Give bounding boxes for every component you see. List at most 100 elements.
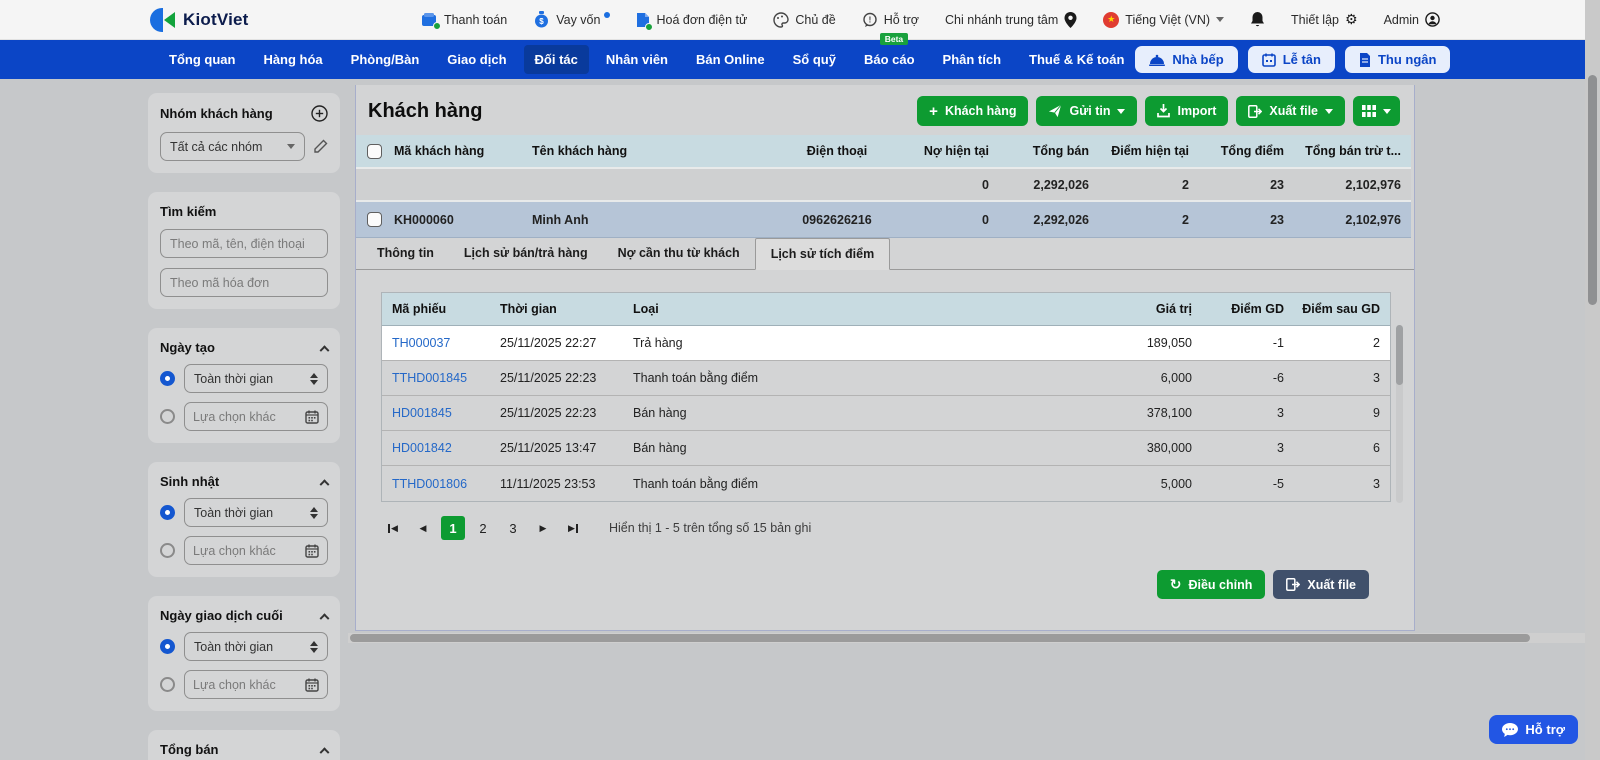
nav-item-phong-ban[interactable]: Phòng/Bàn bbox=[340, 45, 431, 74]
import-button[interactable]: Import bbox=[1145, 96, 1228, 126]
other-range-radio[interactable] bbox=[160, 543, 175, 558]
pagination-info: Hiển thị 1 - 5 trên tổng số 15 bản ghi bbox=[609, 521, 811, 535]
send-message-button[interactable]: Gửi tin bbox=[1036, 96, 1137, 126]
page-2-button[interactable]: 2 bbox=[471, 516, 495, 540]
row-checkbox[interactable] bbox=[367, 212, 382, 227]
search-invoice-input[interactable] bbox=[160, 268, 328, 297]
all-time-select[interactable]: Toàn thời gian bbox=[184, 498, 328, 527]
all-time-radio[interactable] bbox=[160, 505, 175, 520]
page-3-button[interactable]: 3 bbox=[501, 516, 525, 540]
history-row[interactable]: TTHD001806 11/11/2025 23:53 Thanh toán b… bbox=[382, 466, 1390, 501]
history-row[interactable]: HD001842 25/11/2025 13:47 Bán hàng 380,0… bbox=[382, 431, 1390, 466]
column-settings-button[interactable] bbox=[1353, 96, 1400, 126]
col-type[interactable]: Loại bbox=[633, 302, 1078, 316]
col-net-total[interactable]: Tổng bán trừ t... bbox=[1292, 144, 1411, 158]
cashier-button[interactable]: Thu ngân bbox=[1345, 46, 1451, 73]
customer-row-selected[interactable]: KH000060 Minh Anh 0962626216 0 2,292,026… bbox=[356, 202, 1411, 238]
other-range-input[interactable]: Lựa chọn khác bbox=[184, 670, 328, 699]
nav-item-nhan-vien[interactable]: Nhân viên bbox=[595, 45, 679, 74]
col-value[interactable]: Giá trị bbox=[1078, 302, 1198, 316]
col-total-sold[interactable]: Tổng bán bbox=[997, 144, 1097, 158]
first-page-button[interactable]: ◀ bbox=[381, 516, 405, 540]
language-selector[interactable]: ★ Tiếng Việt (VN) bbox=[1103, 12, 1224, 28]
nav-item-so-quy[interactable]: Sổ quỹ bbox=[782, 45, 847, 74]
add-group-icon[interactable] bbox=[311, 105, 328, 122]
nav-item-doi-tac[interactable]: Đối tác bbox=[524, 45, 589, 74]
customer-detail-tabs: Thông tin Lịch sử bán/trả hàng Nợ cần th… bbox=[356, 238, 1414, 270]
chevron-down-icon bbox=[287, 144, 295, 149]
kiotviet-logo[interactable]: KiotViet bbox=[150, 8, 249, 32]
nav-item-phan-tich[interactable]: Phân tích bbox=[932, 45, 1013, 74]
customer-group-select[interactable]: Tất cả các nhóm bbox=[160, 132, 305, 161]
theme-menu-item[interactable]: Chủ đề bbox=[773, 12, 835, 28]
vertical-scrollbar[interactable] bbox=[1585, 0, 1600, 760]
col-time[interactable]: Thời gian bbox=[500, 302, 633, 316]
loan-menu-item[interactable]: $ Vay vốn bbox=[533, 11, 610, 28]
nav-item-giao-dich[interactable]: Giao dịch bbox=[436, 45, 517, 74]
col-receipt-code[interactable]: Mã phiếu bbox=[382, 302, 500, 316]
tab-lich-su-tich-diem[interactable]: Lịch sử tích điểm bbox=[755, 238, 891, 270]
nav-item-hang-hoa[interactable]: Hàng hóa bbox=[252, 45, 333, 74]
adjust-points-button[interactable]: ↻ Điều chỉnh bbox=[1157, 570, 1266, 599]
previous-page-button[interactable]: ◀ bbox=[411, 516, 435, 540]
col-points-after[interactable]: Điểm sau GD bbox=[1290, 302, 1390, 316]
nav-item-thue-ke-toan[interactable]: Thuế & Kế toán bbox=[1018, 45, 1135, 74]
receipt-link[interactable]: HD001842 bbox=[382, 441, 500, 455]
col-phone[interactable]: Điện thoại bbox=[772, 144, 902, 158]
all-time-radio[interactable] bbox=[160, 371, 175, 386]
all-time-select[interactable]: Toàn thời gian bbox=[184, 364, 328, 393]
history-row[interactable]: TH000037 25/11/2025 22:27 Trả hàng 189,0… bbox=[382, 326, 1390, 361]
branch-selector[interactable]: Chi nhánh trung tâm bbox=[945, 12, 1077, 28]
settings-button[interactable]: Thiết lập ⚙ bbox=[1291, 11, 1358, 28]
admin-menu[interactable]: Admin bbox=[1384, 12, 1440, 27]
receipt-link[interactable]: TH000037 bbox=[382, 336, 500, 350]
history-row[interactable]: HD001845 25/11/2025 22:23 Bán hàng 378,1… bbox=[382, 396, 1390, 431]
edit-group-icon[interactable] bbox=[313, 139, 328, 154]
col-points-gd[interactable]: Điểm GD bbox=[1198, 302, 1290, 316]
next-page-button[interactable]: ▶ bbox=[531, 516, 555, 540]
collapse-icon[interactable] bbox=[320, 613, 330, 623]
chevron-down-icon bbox=[1325, 109, 1333, 114]
receipt-link[interactable]: TTHD001806 bbox=[382, 477, 500, 491]
search-customer-input[interactable] bbox=[160, 229, 328, 258]
col-customer-code[interactable]: Mã khách hàng bbox=[392, 144, 532, 158]
tab-lich-su-ban-tra[interactable]: Lịch sử bán/trả hàng bbox=[449, 238, 603, 269]
nav-item-tong-quan[interactable]: Tổng quan bbox=[158, 45, 246, 74]
add-customer-button[interactable]: + Khách hàng bbox=[917, 96, 1028, 126]
nav-item-bao-cao[interactable]: Báo cáo bbox=[853, 45, 926, 74]
collapse-icon[interactable] bbox=[320, 345, 330, 355]
export-file-button[interactable]: Xuất file bbox=[1236, 96, 1345, 126]
other-range-input[interactable]: Lựa chọn khác bbox=[184, 402, 328, 431]
col-customer-name[interactable]: Tên khách hàng bbox=[532, 144, 772, 158]
col-total-points[interactable]: Tổng điểm bbox=[1197, 144, 1292, 158]
tab-thong-tin[interactable]: Thông tin bbox=[362, 238, 449, 269]
col-current-points[interactable]: Điểm hiện tại bbox=[1097, 144, 1197, 158]
all-time-select[interactable]: Toàn thời gian bbox=[184, 632, 328, 661]
page-1-button[interactable]: 1 bbox=[441, 516, 465, 540]
notifications-button[interactable] bbox=[1250, 11, 1265, 28]
history-table-scrollbar[interactable] bbox=[1396, 325, 1403, 503]
horizontal-scrollbar[interactable] bbox=[348, 633, 1585, 643]
kitchen-button[interactable]: Nhà bếp bbox=[1135, 46, 1237, 73]
other-range-radio[interactable] bbox=[160, 677, 175, 692]
receipt-link[interactable]: HD001845 bbox=[382, 406, 500, 420]
support-fab-button[interactable]: Hỗ trợ bbox=[1489, 715, 1578, 744]
other-range-radio[interactable] bbox=[160, 409, 175, 424]
last-page-button[interactable]: ▶ bbox=[561, 516, 585, 540]
payment-menu-item[interactable]: Thanh toán bbox=[421, 12, 507, 27]
export-history-button[interactable]: Xuất file bbox=[1273, 570, 1369, 599]
receipt-link[interactable]: TTHD001845 bbox=[382, 371, 500, 385]
tab-no-can-thu[interactable]: Nợ cần thu từ khách bbox=[603, 238, 755, 269]
collapse-icon[interactable] bbox=[320, 747, 330, 757]
reception-button[interactable]: Lễ tân bbox=[1248, 46, 1335, 73]
other-range-input[interactable]: Lựa chọn khác bbox=[184, 536, 328, 565]
all-time-radio[interactable] bbox=[160, 639, 175, 654]
col-current-debt[interactable]: Nợ hiện tại bbox=[902, 144, 997, 158]
support-menu-item[interactable]: ! Hỗ trợ Beta bbox=[862, 12, 919, 28]
collapse-icon[interactable] bbox=[320, 479, 330, 489]
einvoice-menu-item[interactable]: Hoá đơn điện tử bbox=[636, 12, 747, 28]
nav-item-ban-online[interactable]: Bán Online bbox=[685, 45, 776, 74]
summary-row: 0 2,292,026 2 23 2,102,976 bbox=[356, 169, 1411, 202]
select-all-checkbox[interactable] bbox=[367, 144, 382, 159]
history-row[interactable]: TTHD001845 25/11/2025 22:23 Thanh toán b… bbox=[382, 361, 1390, 396]
